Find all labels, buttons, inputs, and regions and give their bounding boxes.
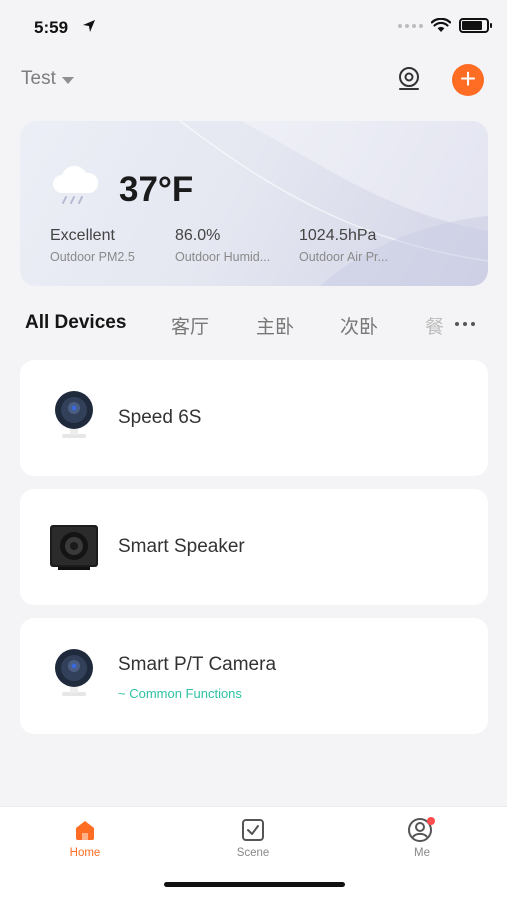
tab-scene[interactable]: Scene: [213, 817, 293, 859]
battery-icon: [459, 18, 492, 33]
status-bar: 5:59: [0, 0, 507, 56]
location-arrow-icon: [83, 20, 95, 32]
metric-value: 86.0%: [175, 227, 221, 244]
metric-label: Outdoor PM2.5: [50, 250, 135, 264]
speaker-icon: [50, 525, 98, 570]
weather-card[interactable]: 37°F Excellent Outdoor PM2.5 86.0% Outdo…: [20, 121, 488, 286]
home-indicator[interactable]: [164, 882, 345, 887]
chevron-down-icon: [61, 76, 74, 84]
tab-room[interactable]: 次卧: [340, 312, 378, 339]
signal-icon: [398, 23, 423, 28]
tab-label: Scene: [236, 847, 270, 859]
device-card[interactable]: Speed 6S: [20, 360, 488, 476]
room-tabs: All Devices 客厅 主卧 次卧 餐: [0, 306, 507, 340]
tab-me[interactable]: Me: [382, 817, 462, 859]
metric-label: Outdoor Air Pr...: [299, 250, 388, 264]
more-rooms-button[interactable]: [455, 322, 475, 326]
metric-humidity: 86.0% Outdoor Humid...: [175, 227, 270, 264]
home-name: Test: [21, 68, 56, 89]
home-icon: [76, 821, 94, 840]
wifi-icon: [431, 18, 451, 32]
status-time: 5:59: [34, 18, 69, 37]
tab-all-devices[interactable]: All Devices: [25, 312, 126, 334]
device-name: Smart P/T Camera: [118, 654, 277, 675]
cloud-rain-icon: [53, 165, 99, 204]
profile-icon: [408, 817, 435, 842]
device-name: Speed 6S: [118, 407, 202, 428]
tab-room[interactable]: 主卧: [256, 312, 294, 339]
camera-icon: [55, 391, 93, 438]
notification-dot: [427, 817, 435, 825]
add-device-button[interactable]: +: [452, 64, 484, 96]
tab-label: Me: [414, 847, 430, 859]
scene-icon: [242, 819, 264, 841]
metric-label: Outdoor Humid...: [175, 250, 271, 264]
tab-room[interactable]: 客厅: [171, 312, 209, 339]
temperature: 37°F: [119, 170, 194, 209]
device-card[interactable]: Smart Speaker: [20, 489, 488, 605]
device-card[interactable]: Smart P/T Camera ~ Common Functions: [20, 618, 488, 734]
common-functions-link[interactable]: ~ Common Functions: [118, 686, 242, 701]
metric-pm25: Excellent Outdoor PM2.5: [50, 227, 135, 264]
metric-value: Excellent: [50, 227, 115, 244]
camera-view-icon[interactable]: [396, 66, 422, 92]
tab-home[interactable]: Home: [45, 817, 125, 859]
metric-air-pressure: 1024.5hPa Outdoor Air Pr...: [299, 227, 388, 264]
tab-room[interactable]: 餐: [425, 312, 445, 339]
status-indicators: [398, 18, 492, 33]
metric-value: 1024.5hPa: [299, 227, 377, 244]
camera-icon: [55, 649, 93, 696]
home-switcher[interactable]: Test: [21, 68, 74, 90]
device-name: Smart Speaker: [118, 536, 245, 557]
tab-label: Home: [69, 847, 101, 859]
